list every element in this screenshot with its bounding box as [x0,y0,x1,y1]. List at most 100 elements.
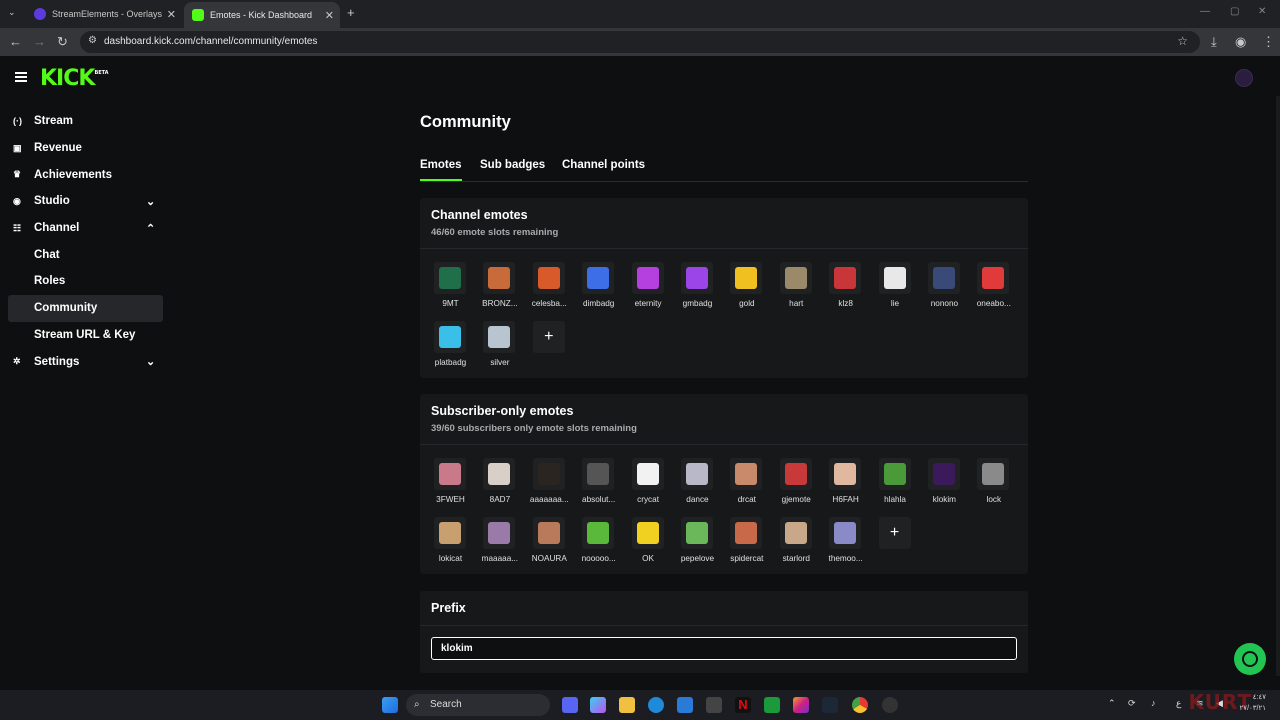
emote-tile[interactable]: hart [777,260,826,319]
emote-tile[interactable]: drcat [727,456,776,515]
tab-channel-points[interactable]: Channel points [562,159,645,171]
emote-tile[interactable]: silver [480,319,529,378]
download-icon[interactable]: ⤓ [1211,34,1217,50]
emote-tile[interactable]: lie [876,260,925,319]
sidebar-item-roles[interactable]: Roles [0,268,170,295]
add-emote-button[interactable]: + [532,320,565,353]
emote-tile[interactable]: aaaaaaa... [530,456,579,515]
close-tab-icon[interactable]: ✕ [325,9,334,22]
sidebar: (·) Stream ▣ Revenue ♛ Achievements ◉ St… [0,108,170,375]
tab-emotes[interactable]: Emotes [420,159,462,181]
sidebar-item-achievements[interactable]: ♛ Achievements [0,161,170,188]
sidebar-item-chat[interactable]: Chat [0,241,170,268]
emote-tile[interactable]: gmbadg [678,260,727,319]
file-explorer-icon[interactable] [619,697,635,713]
emote-tile[interactable]: platbadg [431,319,480,378]
sidebar-item-settings[interactable]: ✲ Settings ⌄ [0,348,170,375]
emote-tile[interactable]: H6FAH [826,456,875,515]
microphone-icon[interactable]: ♪ [1151,698,1156,708]
emote-tile[interactable]: klz8 [826,260,875,319]
emote-tile[interactable]: celesba... [530,260,579,319]
browser-tab-streamelements[interactable]: StreamElements - Overlays ✕ [26,4,182,24]
browser-tab-kick[interactable]: Emotes - Kick Dashboard ✕ [184,2,340,28]
steam-icon[interactable] [822,697,838,713]
emote-tile[interactable]: hlahla [876,456,925,515]
emote-tile[interactable]: gjemote [777,456,826,515]
instagram-icon[interactable] [793,697,809,713]
chevron-down-icon[interactable]: ⌄ [146,355,155,368]
page-title: Community [420,113,511,131]
chevron-down-icon[interactable]: ⌄ [146,195,155,208]
emote-tile[interactable]: themoo... [826,515,875,574]
url-input[interactable]: ⚙ dashboard.kick.com/channel/community/e… [80,31,1200,53]
chrome-icon[interactable] [852,697,868,713]
emote-tile[interactable]: dimbadg [579,260,628,319]
maximize-icon[interactable]: ▢ [1230,6,1239,17]
emote-tile[interactable]: starlord [777,515,826,574]
app-icon[interactable] [882,697,898,713]
emote-tile[interactable]: absolut... [579,456,628,515]
star-icon[interactable]: ☆ [1177,34,1188,48]
language-indicator[interactable]: ع [1176,698,1181,709]
emote-tile[interactable]: lokicat [431,515,480,574]
sidebar-item-revenue[interactable]: ▣ Revenue [0,135,170,162]
emote-tile[interactable]: eternity [629,260,678,319]
address-bar: ← → ↻ ⚙ dashboard.kick.com/channel/commu… [0,28,1280,56]
emote-tile[interactable]: pepelove [678,515,727,574]
app-icon[interactable] [706,697,722,713]
kick-logo[interactable]: KICKBETA [40,66,109,91]
emote-tile[interactable]: crycat [629,456,678,515]
windows-start-icon[interactable] [382,697,398,713]
emote-tile[interactable]: gold [727,260,776,319]
profile-icon[interactable]: ◉ [1235,34,1246,50]
xbox-icon[interactable] [764,697,780,713]
emote-tile[interactable]: BRONZ... [480,260,529,319]
store-icon[interactable] [677,697,693,713]
new-tab-button[interactable]: + [347,5,355,20]
forward-icon[interactable]: → [33,34,46,49]
emote-tile[interactable]: klokim [925,456,974,515]
emote-tile[interactable]: nooooo... [579,515,628,574]
menu-icon[interactable]: ⋮ [1262,34,1275,50]
chevron-up-icon[interactable]: ⌃ [146,222,155,235]
copilot-icon[interactable] [590,697,606,713]
emote-tile[interactable]: dance [678,456,727,515]
help-chat-button[interactable] [1234,643,1266,675]
sidebar-item-label: Studio [34,195,70,208]
emote-tile[interactable]: 3FWEH [431,456,480,515]
emote-tile[interactable]: oneabo... [974,260,1023,319]
emote-tile[interactable]: OK [629,515,678,574]
add-emote-button[interactable]: + [878,516,911,549]
sidebar-item-stream-url-key[interactable]: Stream URL & Key [0,322,170,349]
sidebar-item-channel[interactable]: ☷ Channel ⌃ [0,215,170,242]
sidebar-item-studio[interactable]: ◉ Studio ⌄ [0,188,170,215]
clock[interactable]: ٤:٤٧ ٢٧/٠٣/٢١ [1240,692,1266,714]
netflix-icon[interactable]: N [735,697,751,713]
prefix-input[interactable]: klokim [431,637,1017,660]
close-window-icon[interactable]: ✕ [1258,6,1266,17]
emote-tile[interactable]: 8AD7 [480,456,529,515]
tab-search-icon[interactable]: ⌄ [8,7,16,18]
sync-icon[interactable]: ⟳ [1128,698,1136,709]
hamburger-menu-icon[interactable] [15,72,27,82]
site-info-icon[interactable]: ⚙ [88,35,97,46]
emote-tile[interactable]: maaaaa... [480,515,529,574]
sidebar-item-stream[interactable]: (·) Stream [0,108,170,135]
tab-sub-badges[interactable]: Sub badges [480,159,545,171]
emote-tile[interactable]: nonono [925,260,974,319]
emote-tile[interactable]: 9MT [431,260,480,319]
edge-icon[interactable] [648,697,664,713]
taskbar-search[interactable]: ⌕ Search [406,694,550,716]
back-icon[interactable]: ← [9,34,22,49]
reload-icon[interactable]: ↻ [57,34,68,50]
discord-icon[interactable] [562,697,578,713]
sidebar-item-community[interactable]: Community [8,294,163,322]
tray-chevron-icon[interactable]: ⌃ [1108,698,1116,709]
page-scrollbar[interactable] [1276,96,1280,676]
emote-tile[interactable]: lock [974,456,1023,515]
emote-tile[interactable]: NOAURA [530,515,579,574]
close-tab-icon[interactable]: ✕ [167,8,176,21]
minimize-icon[interactable]: — [1200,6,1210,17]
user-avatar[interactable] [1235,69,1253,87]
emote-tile[interactable]: spidercat [727,515,776,574]
